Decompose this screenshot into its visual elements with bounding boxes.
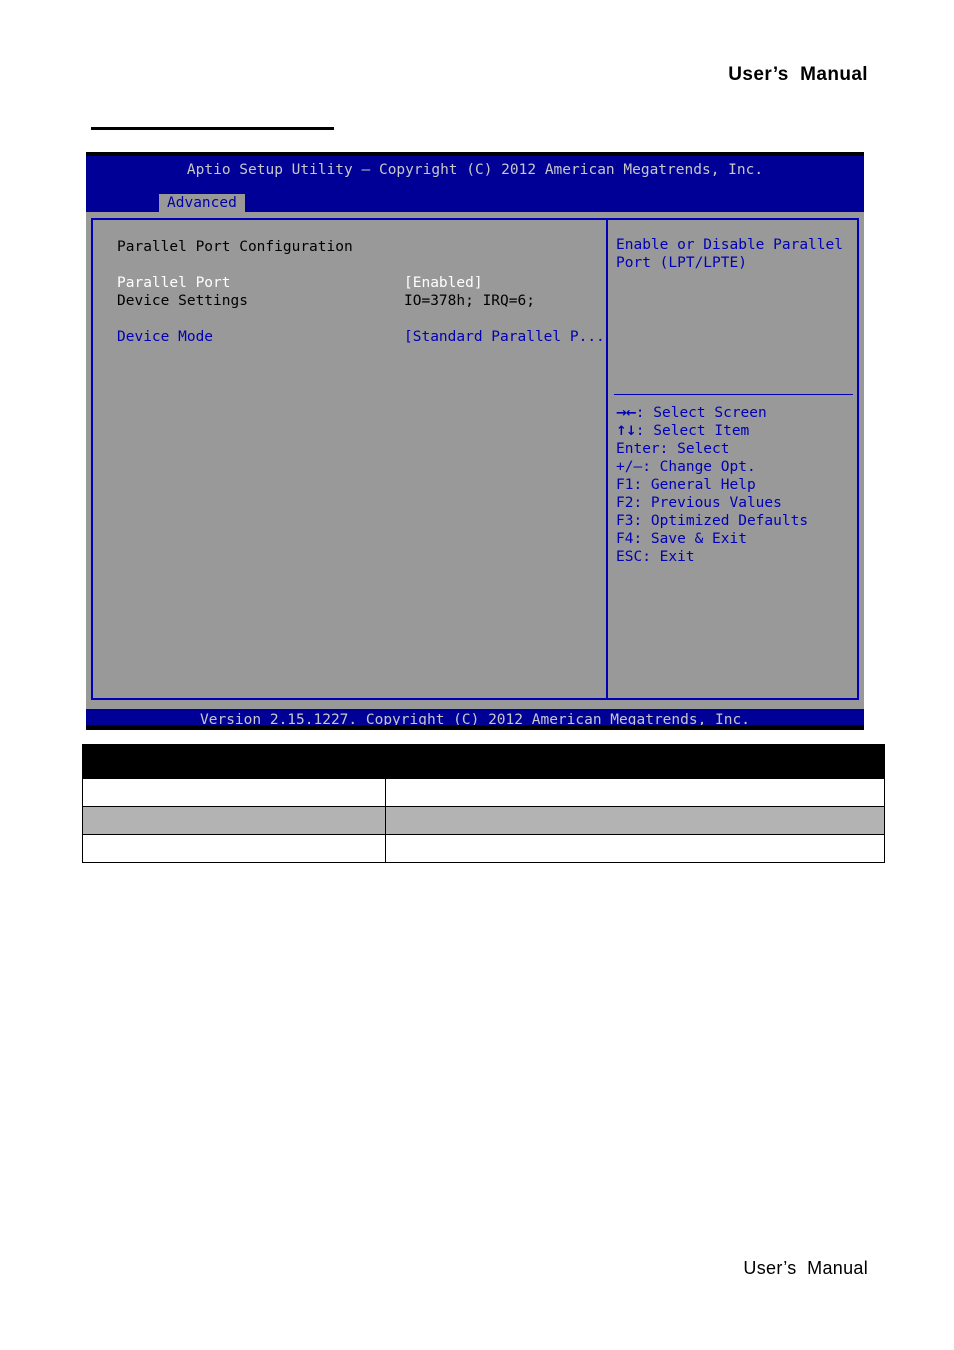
bios-tab-bar: Advanced [86,194,864,212]
arrow-up-down-icon: ↑↓ [616,424,637,439]
key-legend-esc-exit: ESC: Exit [616,549,695,565]
table-cell-a [82,834,386,863]
table-cell-b [385,834,885,863]
table-header-cell-b [385,744,885,779]
key-legend-enter-select: Enter: Select [616,441,730,457]
setting-value-device-mode[interactable]: [Standard Parallel P...] [404,328,606,346]
arrow-left-right-icon: →← [616,406,637,421]
screen-bottom-edge [86,725,864,730]
help-text-line-1: Enable or Disable Parallel [616,237,843,253]
tab-advanced[interactable]: Advanced [159,194,245,212]
section-heading-rule [91,127,334,130]
table-row [82,834,885,863]
table-header-row [82,744,885,779]
setting-value-parallel-port[interactable]: [Enabled] [404,274,483,292]
bios-title-bar: Aptio Setup Utility – Copyright (C) 2012… [86,156,864,194]
setting-label-device-mode[interactable]: Device Mode [117,328,213,346]
help-pane: Enable or Disable Parallel Port (LPT/LPT… [608,220,859,698]
setting-label-device-settings: Device Settings [117,293,248,309]
table-cell-b [385,806,885,835]
key-legend-select-screen: →←: Select Screen [616,404,767,423]
bios-title-text: Aptio Setup Utility – Copyright (C) 2012… [186,162,764,178]
settings-pane: Parallel Port Configuration Parallel Por… [93,220,606,698]
key-legend-general-help: F1: General Help [616,477,756,493]
setting-label-parallel-port[interactable]: Parallel Port [117,274,231,292]
table-cell-b [385,778,885,807]
key-legend-previous-values: F2: Previous Values [616,495,782,511]
table-row [82,778,885,807]
setting-value-device-settings: IO=378h; IRQ=6; [404,293,535,309]
key-legend-select-screen-label: : Select Screen [635,405,767,421]
key-legend-save-and-exit: F4: Save & Exit [616,531,747,547]
page-footer-running-head: User’s Manual [743,1258,868,1278]
page-header-running-head: User’s Manual [728,64,868,85]
table-row [82,806,885,835]
key-legend-change-opt: +/–: Change Opt. [616,459,756,475]
help-separator-rule [614,394,853,395]
key-legend-select-item-label: : Select Item [635,423,750,439]
table-cell-a [82,806,386,835]
key-legend-optimized-defaults: F3: Optimized Defaults [616,513,809,529]
bios-setup-screenshot: Aptio Setup Utility – Copyright (C) 2012… [86,152,864,730]
bios-main-frame: Parallel Port Configuration Parallel Por… [91,218,859,700]
table-header-cell-a [82,744,386,779]
section-heading-label: Parallel Port Configuration [117,239,353,255]
table-cell-a [82,778,386,807]
spec-table [82,744,885,863]
help-text-line-2: Port (LPT/LPTE) [616,255,747,271]
key-legend-select-item: ↑↓: Select Item [616,422,749,441]
